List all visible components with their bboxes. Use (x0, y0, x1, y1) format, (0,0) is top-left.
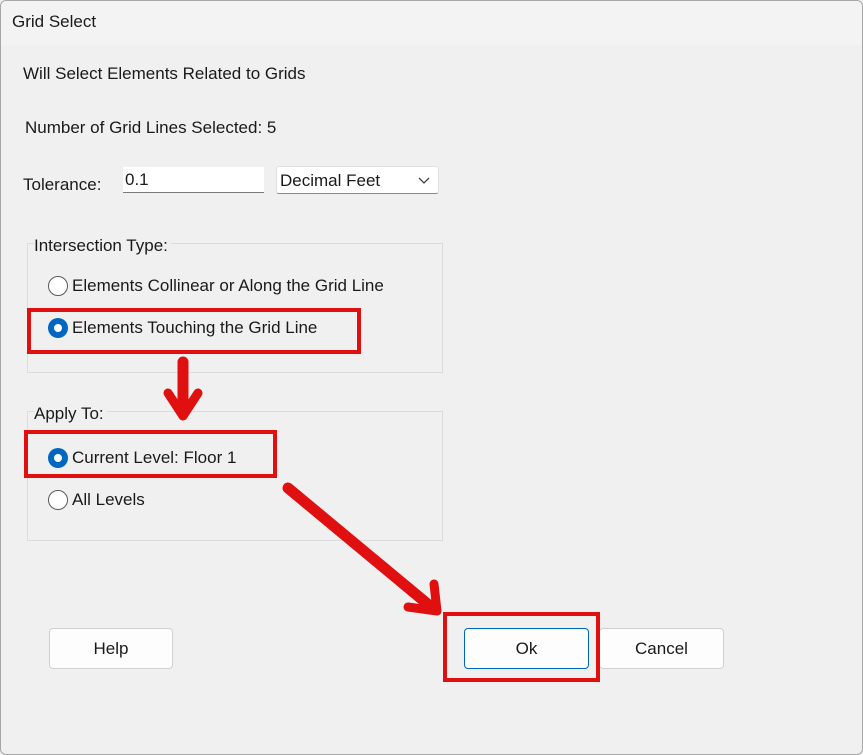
highlight-current-level-option (24, 430, 277, 478)
cancel-button[interactable]: Cancel (599, 628, 724, 669)
radio-collinear-label[interactable]: Elements Collinear or Along the Grid Lin… (72, 276, 384, 296)
title-bar: Grid Select (1, 1, 862, 45)
highlight-touching-option (27, 308, 361, 354)
radio-collinear[interactable] (48, 276, 68, 296)
grid-select-dialog: Grid Select Will Select Elements Related… (0, 0, 863, 755)
intersection-type-label: Intersection Type: (34, 236, 171, 256)
apply-to-label: Apply To: (34, 404, 107, 424)
tolerance-label: Tolerance: (23, 175, 102, 194)
tolerance-input[interactable] (123, 167, 264, 193)
help-button[interactable]: Help (49, 628, 173, 669)
grid-count-text: Number of Grid Lines Selected: 5 (25, 118, 277, 137)
highlight-ok-button (443, 612, 600, 682)
unit-dropdown-value: Decimal Feet (280, 171, 381, 190)
window-title: Grid Select (12, 12, 97, 31)
cancel-button-label: Cancel (635, 638, 688, 658)
chevron-down-icon (418, 177, 430, 184)
radio-all-levels[interactable] (48, 490, 68, 510)
description-text: Will Select Elements Related to Grids (23, 64, 306, 83)
help-button-label: Help (93, 638, 129, 658)
radio-all-levels-label[interactable]: All Levels (72, 490, 145, 510)
unit-dropdown[interactable]: Decimal Feet (276, 166, 439, 194)
